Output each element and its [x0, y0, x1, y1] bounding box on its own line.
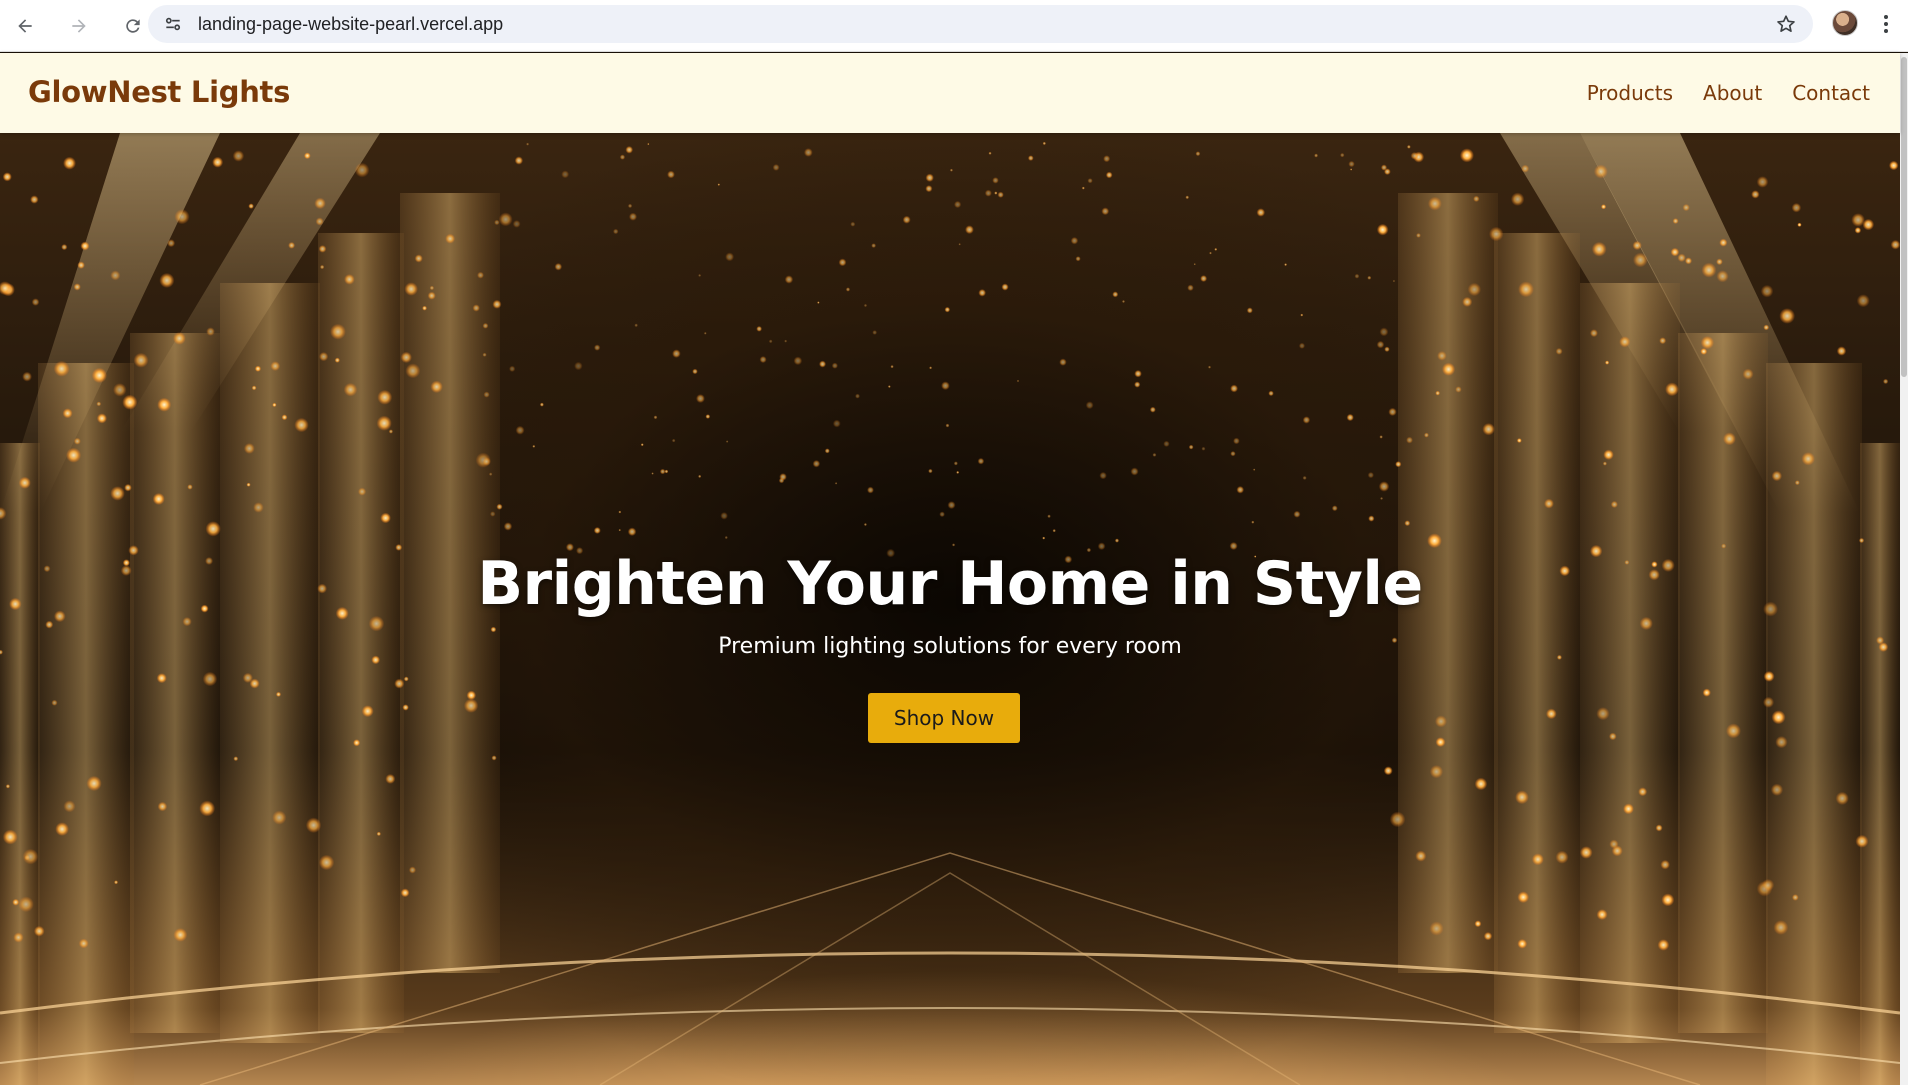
shop-now-button[interactable]: Shop Now [868, 693, 1020, 743]
back-button[interactable] [10, 11, 40, 41]
hero-content: Brighten Your Home in Style Premium ligh… [0, 133, 1900, 1085]
hero-section: Brighten Your Home in Style Premium ligh… [0, 133, 1900, 1085]
arrow-left-icon [18, 18, 32, 33]
main-nav: Products About Contact [1587, 81, 1870, 105]
hero-headline: Brighten Your Home in Style [477, 549, 1423, 619]
kebab-menu-icon[interactable] [1880, 12, 1892, 36]
nav-link-about[interactable]: About [1703, 81, 1762, 105]
nav-link-contact[interactable]: Contact [1792, 81, 1870, 105]
brand-logo[interactable]: GlowNest Lights [28, 75, 290, 109]
page-scrollbar[interactable] [1900, 53, 1908, 1085]
address-bar[interactable]: landing-page-website-pearl.vercel.app [148, 5, 1813, 43]
arrow-right-icon [72, 18, 86, 33]
nav-link-products[interactable]: Products [1587, 81, 1673, 105]
star-icon[interactable] [1775, 13, 1797, 35]
reload-button[interactable] [118, 11, 148, 41]
browser-toolbar: landing-page-website-pearl.vercel.app [0, 0, 1908, 52]
scrollbar-thumb[interactable] [1901, 57, 1907, 377]
url-text[interactable]: landing-page-website-pearl.vercel.app [198, 14, 503, 35]
hero-subheadline: Premium lighting solutions for every roo… [718, 634, 1182, 659]
reload-icon [126, 18, 140, 33]
forward-button[interactable] [64, 11, 94, 41]
site-header: GlowNest Lights Products About Contact [0, 53, 1900, 133]
profile-avatar[interactable] [1832, 10, 1858, 36]
tune-icon[interactable] [162, 13, 184, 35]
